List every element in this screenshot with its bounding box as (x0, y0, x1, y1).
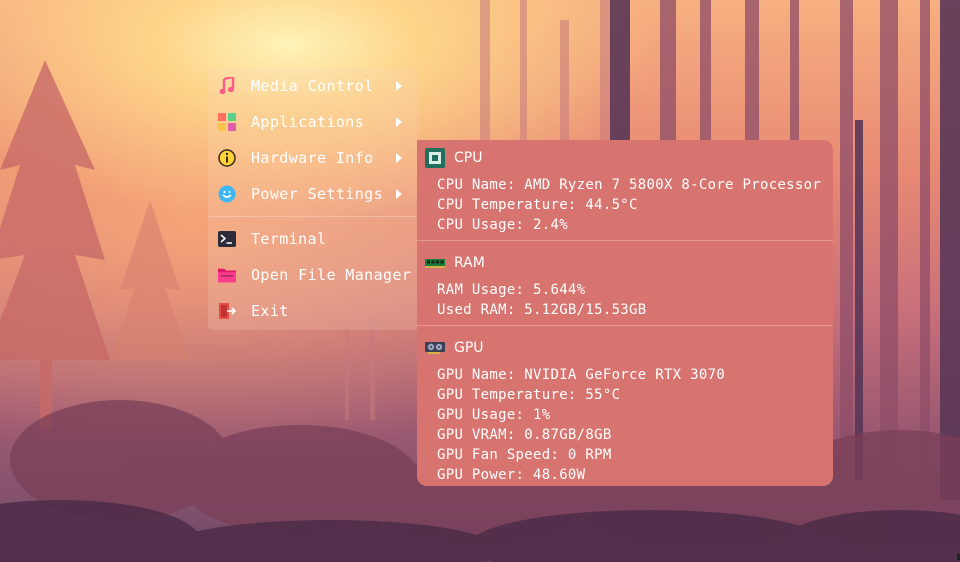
hardware-info-panel: CPU CPU Name: AMD Ryzen 7 5800X 8-Core P… (417, 140, 833, 486)
power-smiley-icon (218, 185, 236, 203)
app-grid-icon (218, 113, 236, 131)
gpu-vram-line: GPU VRAM: 0.87GB/8GB (437, 427, 612, 443)
menu-item-open-file-manager[interactable]: Open File Manager (208, 257, 417, 293)
gpu-usage-line: GPU Usage: 1% (437, 407, 551, 423)
menu-item-terminal[interactable]: Terminal (208, 221, 417, 257)
ram-section-title: RAM (454, 255, 485, 271)
menu-item-label: Open File Manager (251, 266, 412, 284)
graphics-card-icon (425, 338, 445, 358)
menu-divider (208, 216, 417, 217)
music-note-icon (218, 77, 236, 95)
terminal-icon (218, 230, 236, 248)
cpu-usage-line: CPU Usage: 2.4% (437, 217, 568, 233)
menu-item-hardware-info[interactable]: Hardware Info (208, 140, 417, 176)
ram-usage-line: RAM Usage: 5.644% (437, 282, 586, 298)
menu-item-label: Hardware Info (251, 149, 374, 167)
ram-section-header: RAM (425, 253, 485, 273)
menu-item-label: Power Settings (251, 185, 384, 203)
submenu-arrow-icon (396, 81, 402, 91)
folder-icon (218, 266, 236, 284)
menu-item-label: Media Control (251, 77, 374, 95)
menu-item-power-settings[interactable]: Power Settings (208, 176, 417, 212)
desktop-context-menu: Media Control Applications Hardware Info (208, 68, 417, 330)
used-ram-line: Used RAM: 5.12GB/15.53GB (437, 302, 647, 318)
gpu-power-line: GPU Power: 48.60W (437, 467, 586, 483)
menu-item-label: Applications (251, 113, 365, 131)
section-divider (417, 240, 833, 241)
gpu-temperature-line: GPU Temperature: 55°C (437, 387, 621, 403)
gpu-section-header: GPU (425, 338, 484, 358)
cpu-temperature-line: CPU Temperature: 44.5°C (437, 197, 638, 213)
cpu-name-line: CPU Name: AMD Ryzen 7 5800X 8-Core Proce… (437, 177, 822, 193)
ram-stick-icon (425, 253, 445, 273)
menu-item-exit[interactable]: Exit (208, 293, 417, 329)
menu-item-media-control[interactable]: Media Control (208, 68, 417, 104)
section-divider (417, 325, 833, 326)
cpu-chip-icon (425, 148, 445, 168)
submenu-arrow-icon (396, 153, 402, 163)
menu-item-label: Terminal (251, 230, 327, 248)
menu-item-label: Exit (251, 302, 289, 320)
gpu-name-line: GPU Name: NVIDIA GeForce RTX 3070 (437, 367, 726, 383)
gpu-fan-speed-line: GPU Fan Speed: 0 RPM (437, 447, 612, 463)
menu-item-applications[interactable]: Applications (208, 104, 417, 140)
submenu-arrow-icon (396, 189, 402, 199)
cpu-section-title: CPU (454, 150, 483, 166)
cpu-section-header: CPU (425, 148, 482, 168)
submenu-arrow-icon (396, 117, 402, 127)
exit-icon (218, 302, 236, 320)
info-icon (218, 149, 236, 167)
gpu-section-title: GPU (454, 340, 484, 356)
